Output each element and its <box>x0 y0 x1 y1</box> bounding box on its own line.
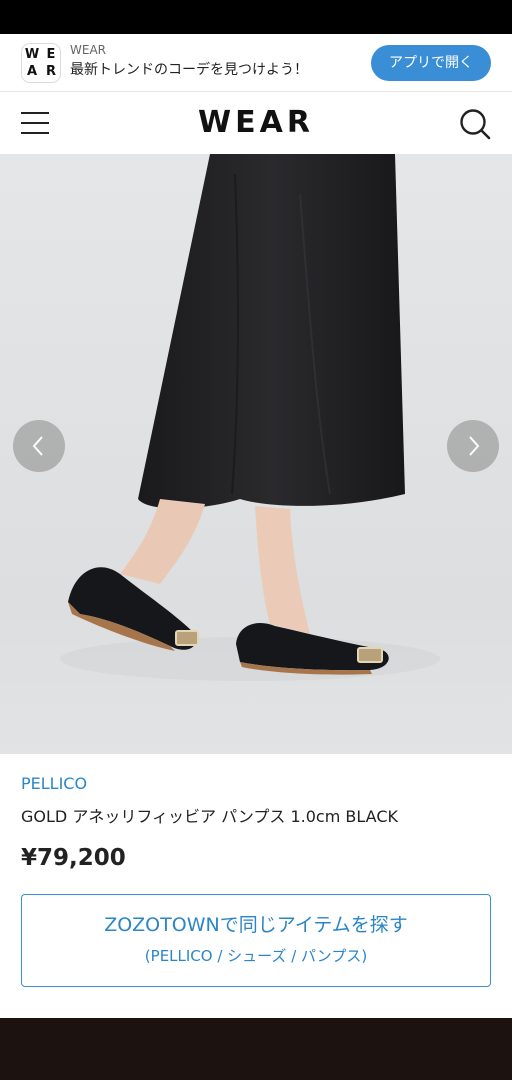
zozotown-button-title: ZOZOTOWNで同じアイテムを探す <box>104 914 408 936</box>
chevron-right-icon <box>469 436 480 456</box>
logo-letter: E <box>46 47 56 62</box>
brand-link[interactable]: PELLICO <box>21 774 87 794</box>
search-icon[interactable] <box>458 107 492 141</box>
logo-letter: W <box>24 47 40 62</box>
zozotown-button-category: (PELLICO / シューズ / パンプス) <box>144 947 368 965</box>
product-price: ¥79,200 <box>21 845 126 871</box>
gallery-next-button[interactable] <box>447 420 499 472</box>
product-name: GOLD アネッリフィッビア パンプス 1.0cm BLACK <box>21 807 398 826</box>
hamburger-menu-icon[interactable] <box>21 110 49 136</box>
status-bar <box>0 0 512 34</box>
site-header: WEAR <box>0 92 512 154</box>
logo-letter: R <box>45 64 56 79</box>
bottom-image-strip <box>0 1018 512 1080</box>
banner-tagline: 最新トレンドのコーデを見つけよう！ <box>70 62 308 78</box>
banner-app-name: WEAR <box>70 43 106 57</box>
zozotown-search-button[interactable]: ZOZOTOWNで同じアイテムを探す (PELLICO / シューズ / パンプ… <box>21 894 491 987</box>
site-logo[interactable]: WEAR <box>150 104 362 142</box>
product-info: PELLICO GOLD アネッリフィッビア パンプス 1.0cm BLACK … <box>0 754 512 1018</box>
logo-letter: A <box>26 64 38 79</box>
wear-app-logo: W E A R <box>21 43 61 83</box>
chevron-left-icon <box>32 436 43 456</box>
open-in-app-button[interactable]: アプリで開く <box>371 45 491 81</box>
product-image-gallery[interactable] <box>0 154 512 754</box>
app-install-banner: W E A R WEAR 最新トレンドのコーデを見つけよう！ アプリで開く <box>0 34 512 92</box>
gallery-prev-button[interactable] <box>13 420 65 472</box>
product-photo <box>0 154 512 754</box>
